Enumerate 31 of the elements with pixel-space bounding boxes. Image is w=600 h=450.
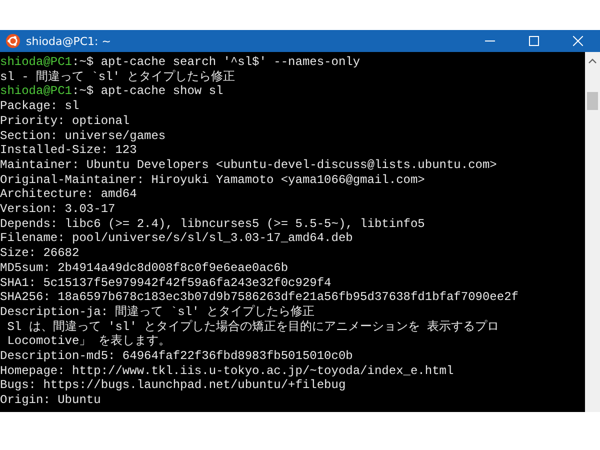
output-line: Installed-Size: 123 bbox=[0, 143, 138, 158]
output-line: SHA256: 18a6597b678c183ec3b07d9b7586263dfe21a56fb95d37638fd1bfaf7090ee2f bbox=[0, 290, 520, 304]
command-line: shioda@PC1:~$ apt-cache search '^sl$' --names-only bbox=[0, 55, 362, 70]
output-line: SHA1: 5c15137f5e979942f42f59a6fa243e32f0c929f4 bbox=[0, 276, 332, 290]
output-line: Section: universe/games bbox=[0, 128, 167, 144]
output-line: Filename: pool/universe/s/sl/sl_3.03-17_amd64.deb bbox=[0, 231, 354, 246]
window-title: shioda@PC1: ~ bbox=[26, 34, 112, 48]
output-line: Original-Maintainer: Hiroyuki Yamamoto <yama1066@gmail.com> bbox=[0, 172, 426, 188]
output-line: Architecture: amd64 bbox=[0, 187, 138, 202]
output-line: Bugs: https://bugs.launchpad.net/ubuntu/+filebug bbox=[0, 378, 347, 394]
output-line: Depends: libc6 (>= 2.4), libncurses5 (>= 5.5-5~), libtinfo5 bbox=[0, 216, 426, 232]
output-line: Size: 26682 bbox=[0, 246, 80, 261]
output-line: Homepage: http://www.tkl.iis.u-tokyo.ac.jp/~toyoda/index_e.html bbox=[0, 364, 455, 378]
output-line: Priority: optional bbox=[0, 114, 131, 129]
output-line: Maintainer: Ubuntu Developers <ubuntu-devel-discuss@lists.ubuntu.com> bbox=[0, 158, 498, 173]
output-line: Origin: Ubuntu bbox=[0, 393, 102, 408]
maximize-icon bbox=[529, 36, 539, 46]
output-line: sl - 間違って `sl' とタイプしたら修正 bbox=[0, 70, 236, 84]
output-line: Description-ja: 間違って `sl' とタイプしたら修正 bbox=[0, 304, 316, 320]
scroll-up-icon[interactable] bbox=[588, 58, 597, 64]
ubuntu-logo-icon bbox=[6, 34, 20, 48]
output-line: MD5sum: 2b4914a49dc8d008f8c0f9e6eae0ac6b bbox=[0, 260, 290, 276]
output-line: Locomotive」 を表します。 bbox=[6, 334, 172, 350]
close-icon bbox=[573, 36, 583, 46]
command-line: shioda@PC1:~$ apt-cache show sl bbox=[0, 84, 224, 100]
scrollbar-thumb[interactable] bbox=[587, 92, 598, 110]
output-line: Package: sl bbox=[0, 99, 80, 114]
output-line: Description-md5: 64964faf22f36fbd8983fb5015010c0b bbox=[0, 349, 354, 364]
scrollbar[interactable] bbox=[585, 52, 600, 412]
output-line: Version: 3.03-17 bbox=[0, 202, 116, 217]
output-line: Sl は、間違って 'sl' とタイプした場合の矯正を目的にアニメーションを 表示するプロ bbox=[6, 320, 500, 334]
